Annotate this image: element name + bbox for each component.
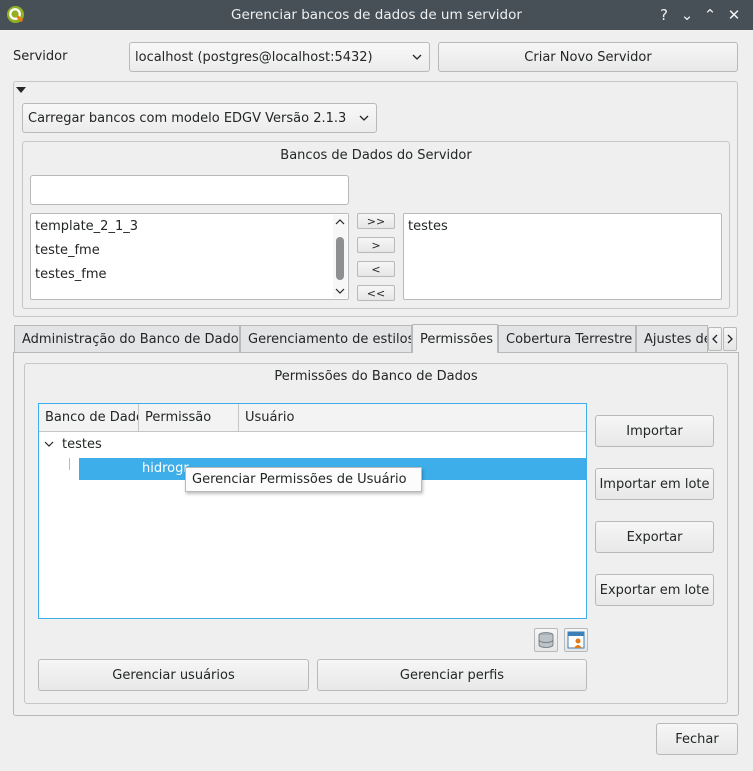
server-combo[interactable]: localhost (postgres@localhost:5432) xyxy=(129,42,430,72)
close-icon[interactable]: ✕ xyxy=(724,5,744,25)
window-title: Gerenciar bancos de dados de um servidor xyxy=(231,7,522,23)
column-header-user[interactable]: Usuário xyxy=(239,404,586,432)
server-combo-value: localhost (postgres@localhost:5432) xyxy=(135,49,373,65)
server-databases-title: Bancos de Dados do Servidor xyxy=(280,148,472,163)
export-button[interactable]: Exportar xyxy=(595,521,714,553)
server-label: Servidor xyxy=(13,49,68,64)
load-model-value: Carregar bancos com modelo EDGV Versão 2… xyxy=(28,110,347,126)
column-header-database[interactable]: Banco de Dados xyxy=(39,404,139,432)
chevron-down-icon xyxy=(412,54,422,60)
help-icon[interactable]: ? xyxy=(654,5,674,25)
batch-import-button[interactable]: Importar em lote xyxy=(595,468,714,500)
permissions-tree[interactable] xyxy=(38,403,587,619)
scrollbar[interactable] xyxy=(333,215,347,298)
manage-users-button[interactable]: Gerenciar usuários xyxy=(38,659,309,691)
move-all-left-button[interactable]: << xyxy=(357,285,395,301)
context-menu-item-manage-user-permissions[interactable]: Gerenciar Permissões de Usuário xyxy=(192,472,407,487)
chevron-down-icon xyxy=(359,115,369,121)
tab-style-management[interactable]: Gerenciamento de estilos xyxy=(240,325,412,353)
scrollbar-thumb[interactable] xyxy=(336,237,344,280)
collapse-arrow-icon[interactable] xyxy=(15,85,27,95)
minimize-icon[interactable]: ⌄ xyxy=(677,5,697,25)
manage-profiles-button[interactable]: Gerenciar perfis xyxy=(317,659,587,691)
tree-branch-line xyxy=(69,458,70,470)
title-bar: Gerenciar bancos de dados de um servidor… xyxy=(0,0,753,30)
column-header-permission[interactable]: Permissão xyxy=(139,404,239,432)
load-model-combo[interactable]: Carregar bancos com modelo EDGV Versão 2… xyxy=(22,103,377,133)
permissions-group-title: Permissões do Banco de Dados xyxy=(274,369,478,384)
tab-scroll-left-icon[interactable] xyxy=(708,327,722,351)
close-button[interactable]: Fechar xyxy=(656,723,738,755)
list-item[interactable]: template_2_1_3 xyxy=(35,219,138,234)
tab-adjustments[interactable]: Ajustes de xyxy=(636,325,708,353)
tab-database-admin[interactable]: Administração do Banco de Dados xyxy=(14,325,240,353)
database-icon[interactable] xyxy=(534,628,558,652)
create-server-button[interactable]: Criar Novo Servidor xyxy=(438,42,738,72)
tab-scroll-right-icon[interactable] xyxy=(723,327,737,351)
chevron-up-icon[interactable] xyxy=(335,218,345,226)
tab-land-cover[interactable]: Cobertura Terrestre xyxy=(498,325,636,353)
expand-arrow-icon[interactable] xyxy=(44,440,54,448)
chevron-down-icon[interactable] xyxy=(335,287,345,295)
move-right-button[interactable]: > xyxy=(357,237,395,253)
list-item[interactable]: testes_fme xyxy=(35,267,106,282)
list-item[interactable]: teste_fme xyxy=(35,243,100,258)
tab-permissions[interactable]: Permissões xyxy=(412,324,498,353)
context-menu: Gerenciar Permissões de Usuário xyxy=(185,467,422,492)
tree-item-root[interactable]: testes xyxy=(62,437,102,452)
available-databases-list[interactable]: template_2_1_3 teste_fme testes_fme xyxy=(30,213,349,300)
selected-databases-list[interactable]: testes xyxy=(403,213,722,300)
batch-export-button[interactable]: Exportar em lote xyxy=(595,574,714,606)
list-item[interactable]: testes xyxy=(408,219,448,234)
import-button[interactable]: Importar xyxy=(595,415,714,447)
user-table-icon[interactable] xyxy=(564,628,588,652)
move-left-button[interactable]: < xyxy=(357,261,395,277)
maximize-icon[interactable]: ⌃ xyxy=(700,5,720,25)
move-all-right-button[interactable]: >> xyxy=(357,213,395,229)
tree-item-child[interactable]: hidrogr xyxy=(142,461,189,476)
database-filter-input[interactable] xyxy=(30,175,349,205)
